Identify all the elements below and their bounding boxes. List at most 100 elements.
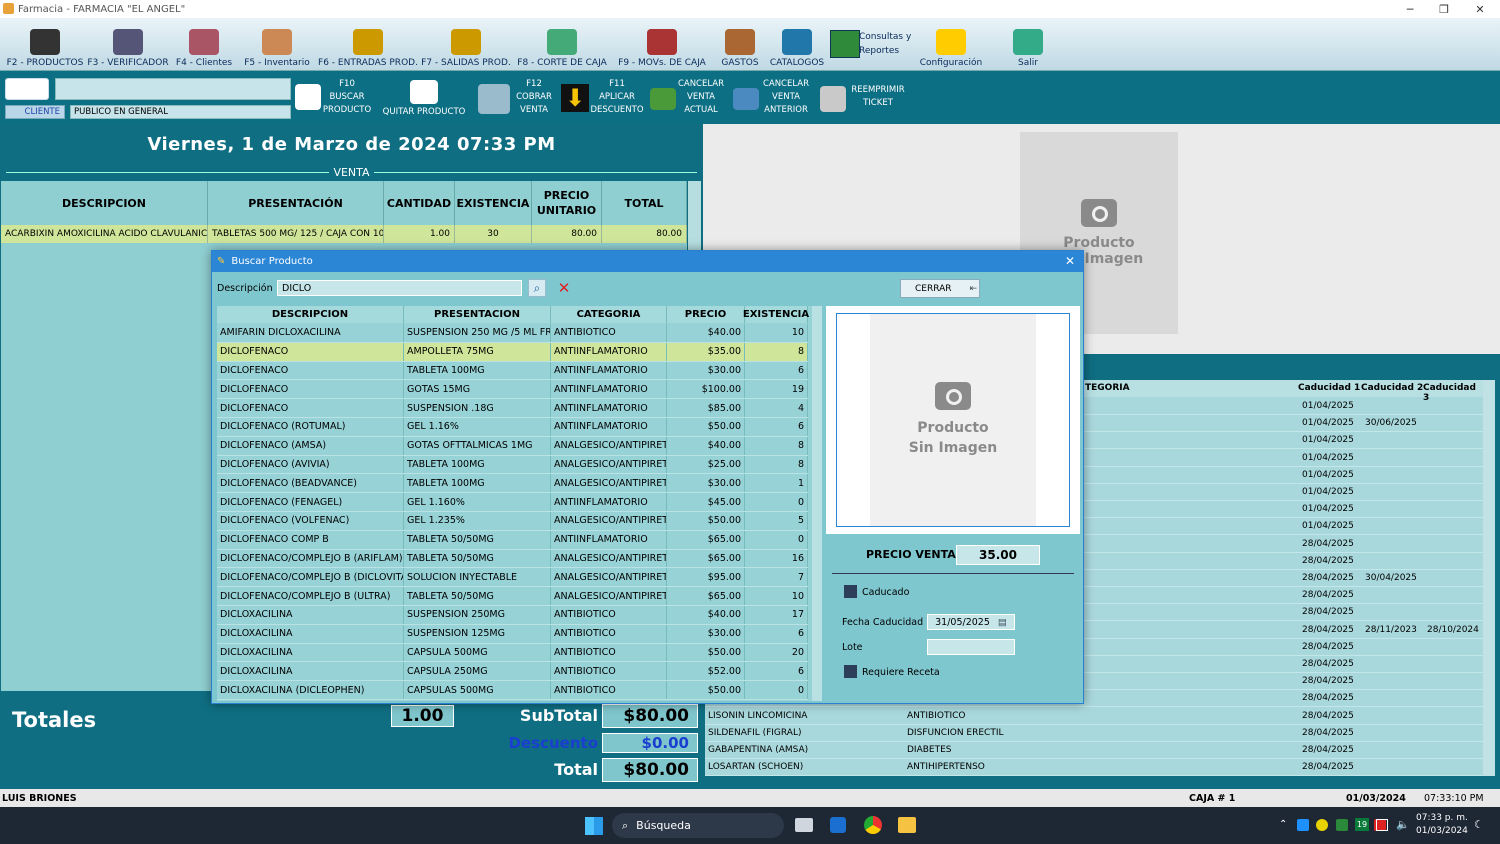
result-row[interactable]: DICLOXACILINA SUSPENSION 125MG ANTIBIOTICO… xyxy=(217,624,808,644)
result-row[interactable]: DICLOFENACO (BEADVANCE) TABLETA 100MG ANAL… xyxy=(217,474,808,494)
cancelar-venta-anterior-button[interactable]: CANCELAR VENTA ANTERIOR xyxy=(758,78,814,117)
result-cell: $25.00 xyxy=(667,455,745,474)
quitar-producto-button[interactable]: QUITAR PRODUCTO xyxy=(380,106,468,119)
result-row[interactable]: AMIFARIN DICLOXACILINA SUSPENSION 250 MG … xyxy=(217,324,808,343)
result-row[interactable]: DICLOFENACO TABLETA 100MG ANTIINFLAMATORIO… xyxy=(217,361,808,381)
result-row[interactable]: DICLOFENACO (FENAGEL) GEL 1.160% ANTIINFLA… xyxy=(217,493,808,512)
reports-chart-icon[interactable] xyxy=(830,30,860,58)
task-view-icon[interactable] xyxy=(795,818,813,832)
network-icon[interactable] xyxy=(1376,819,1388,831)
product-results-grid[interactable]: DESCRIPCION PRESENTACION CATEGORIA PRECI… xyxy=(217,306,822,701)
tray-app-icon[interactable] xyxy=(1297,819,1309,831)
toolbar-label: F6 - ENTRADAS PROD. xyxy=(318,58,418,68)
cobrar-venta-button[interactable]: F12 COBRAR VENTA xyxy=(512,78,556,117)
cancelar-venta-actual-button[interactable]: CANCELAR VENTA ACTUAL xyxy=(674,78,728,117)
cliente-field[interactable]: PUBLICO EN GENERAL xyxy=(70,105,291,119)
result-row[interactable]: DICLOXACILINA SUSPENSION 250MG ANTIBIOTICO… xyxy=(217,606,808,625)
sale-row[interactable]: ACARBIXIN AMOXICILINA ACIDO CLAVULANICO … xyxy=(1,225,687,243)
result-row[interactable]: DICLOFENACO SUSPENSION .18G ANTIINFLAMATOR… xyxy=(217,399,808,418)
result-row[interactable]: DICLOFENACO (AVIVIA) TABLETA 100MG ANALGES… xyxy=(217,455,808,475)
result-cell: $40.00 xyxy=(667,436,745,455)
clear-search-icon[interactable]: ✕ xyxy=(555,279,573,297)
caducado-checkbox[interactable] xyxy=(844,585,857,598)
close-window-icon[interactable]: ✕ xyxy=(1463,0,1497,18)
result-row[interactable]: DICLOFENACO/COMPLEJO B (ULTRA) TABLETA 50… xyxy=(217,587,808,606)
toolbar-button-12[interactable]: Salir xyxy=(968,20,1088,68)
descuento-label: Descuento xyxy=(508,734,598,752)
file-explorer-icon[interactable] xyxy=(898,817,916,833)
quitar-producto-icon[interactable] xyxy=(410,80,438,104)
expiry-cell-d: GABAPENTINA (AMSA) xyxy=(708,745,809,755)
expiry-row[interactable]: GABAPENTINA (AMSA) DIABETES 28/04/2025 xyxy=(705,742,1483,759)
result-cell: ANTIINFLAMATORIO xyxy=(551,493,667,511)
result-row[interactable]: DICLOFENACO AMPOLLETA 75MG ANTIINFLAMATORI… xyxy=(217,342,808,362)
cerrar-button[interactable]: CERRAR ⇤ xyxy=(900,279,980,298)
toolbar-label: F8 - CORTE DE CAJA xyxy=(517,58,607,68)
result-cell: ANTIINFLAMATORIO xyxy=(551,361,667,380)
restore-icon[interactable]: ❐ xyxy=(1427,0,1461,18)
result-row[interactable]: DICLOXACILINA CAPSULA 500MG ANTIBIOTICO $50… xyxy=(217,643,808,663)
dialog-title-bar: ✎ Buscar Producto ✕ xyxy=(212,251,1083,272)
expiry-row[interactable]: LOSARTAN (SCHOEN) ANTIHIPERTENSO 28/04/202… xyxy=(705,759,1483,777)
result-row[interactable]: DICLOFENACO GOTAS 15MG ANTIINFLAMATORIO $10… xyxy=(217,380,808,400)
result-row[interactable]: DICLOFENACO/COMPLEJO B (DICLOVITAL) SOLUC… xyxy=(217,568,808,588)
requiere-receta-checkbox[interactable] xyxy=(844,665,857,678)
taskbar-search[interactable]: ⌕ Búsqueda xyxy=(612,813,784,838)
taskbar: ⌕ Búsqueda ⌃ 19 🔈 07:33 p. m. 01/03/2024 ☾ xyxy=(0,807,1500,844)
cancelar-anterior-icon[interactable] xyxy=(733,88,759,110)
volume-icon[interactable]: 🔈 xyxy=(1396,818,1410,831)
fecha-caducidad-label: Fecha Caducidad xyxy=(842,617,924,628)
result-row[interactable]: DICLOFENACO COMP B TABLETA 50/50MG ANTIINF… xyxy=(217,530,808,550)
app-store-icon[interactable] xyxy=(830,817,846,833)
expiry-row[interactable]: LISONIN LINCOMICINA ANTIBIOTICO 28/04/2025 xyxy=(705,708,1483,725)
reimprimir-ticket-button[interactable]: REEMPRIMIR TICKET xyxy=(848,84,908,110)
notifications-icon[interactable]: ☾ xyxy=(1474,818,1484,831)
tray-badge[interactable]: 19 xyxy=(1355,818,1369,831)
toolbar-icon-4 xyxy=(262,29,292,55)
reimprimir-printer-icon[interactable] xyxy=(820,86,846,112)
result-cell: 0 xyxy=(745,530,808,549)
cancelar-actual-icon[interactable] xyxy=(650,88,676,110)
minimize-icon[interactable]: ─ xyxy=(1393,0,1427,18)
result-row[interactable]: DICLOXACILINA CAPSULA 250MG ANTIBIOTICO $52… xyxy=(217,662,808,682)
chrome-icon[interactable] xyxy=(864,816,882,834)
buscar-producto-button[interactable]: F10 BUSCAR PRODUCTO xyxy=(322,78,372,117)
chevron-up-icon[interactable]: ⌃ xyxy=(1279,819,1287,830)
status-caja: CAJA # 1 xyxy=(1189,792,1236,804)
descripcion-search-input[interactable]: DICLO xyxy=(277,280,522,296)
result-cell: GEL 1.16% xyxy=(404,418,551,436)
results-scrollbar[interactable] xyxy=(812,306,822,701)
search-icon[interactable]: ⌕ xyxy=(528,279,546,297)
expiry-row[interactable]: SILDENAFIL (FIGRAL) DISFUNCION ERECTIL 28/… xyxy=(705,725,1483,742)
consultas-reportes-button[interactable]: Consultas y Reportes xyxy=(859,30,911,58)
result-row[interactable]: DICLOFENACO (AMSA) GOTAS OFTTALMICAS 1MG A… xyxy=(217,436,808,456)
result-row[interactable]: DICLOFENACO/COMPLEJO B (ARIFLAM) TABLETA … xyxy=(217,549,808,569)
result-cell: TABLETA 100MG xyxy=(404,455,551,474)
tray-app2-icon[interactable] xyxy=(1316,819,1328,831)
aplicar-descuento-button[interactable]: F11 APLICAR DESCUENTO xyxy=(590,78,644,117)
col-cantidad: CANTIDAD xyxy=(384,181,455,225)
result-row[interactable]: DICLOFENACO (VOLFENAC) GEL 1.235% ANALGESI… xyxy=(217,512,808,531)
cliente-button[interactable]: CLIENTE xyxy=(5,105,65,119)
lote-input[interactable] xyxy=(927,639,1015,655)
expiry-cell-c1: 01/04/2025 xyxy=(1302,418,1354,429)
result-row[interactable]: DICLOFENACO (ROTUMAL) GEL 1.16% ANTIINFLAM… xyxy=(217,418,808,437)
cobrar-cart-icon[interactable] xyxy=(478,84,510,114)
result-cell: 10 xyxy=(745,324,808,342)
fecha-caducidad-input[interactable]: 31/05/2025 ▤ xyxy=(927,614,1015,630)
windows-start-icon[interactable] xyxy=(585,817,603,835)
result-row[interactable]: DICLOXACILINA (DICLEOPHEN) CAPSULAS 500MG… xyxy=(217,681,808,700)
dialog-close-icon[interactable]: ✕ xyxy=(1065,254,1075,268)
descuento-arrow-icon[interactable]: ⬇ xyxy=(561,84,589,112)
barcode-input[interactable] xyxy=(55,78,291,100)
col-precio-unitario: PRECIO UNITARIO xyxy=(532,181,602,225)
expiry-grid-scrollbar[interactable] xyxy=(1483,380,1495,776)
expiry-cell-c1: 28/04/2025 xyxy=(1302,538,1354,549)
calendar-icon[interactable]: ▤ xyxy=(998,617,1007,628)
result-cell: DICLOFENACO (FENAGEL) xyxy=(217,493,404,511)
taskbar-clock[interactable]: 07:33 p. m. 01/03/2024 xyxy=(1416,812,1468,838)
descripcion-label: Descripción xyxy=(217,283,273,294)
expiry-cell-c1: 28/04/2025 xyxy=(1302,555,1354,566)
buscar-producto-icon[interactable] xyxy=(295,84,321,110)
tray-app3-icon[interactable] xyxy=(1336,819,1348,831)
